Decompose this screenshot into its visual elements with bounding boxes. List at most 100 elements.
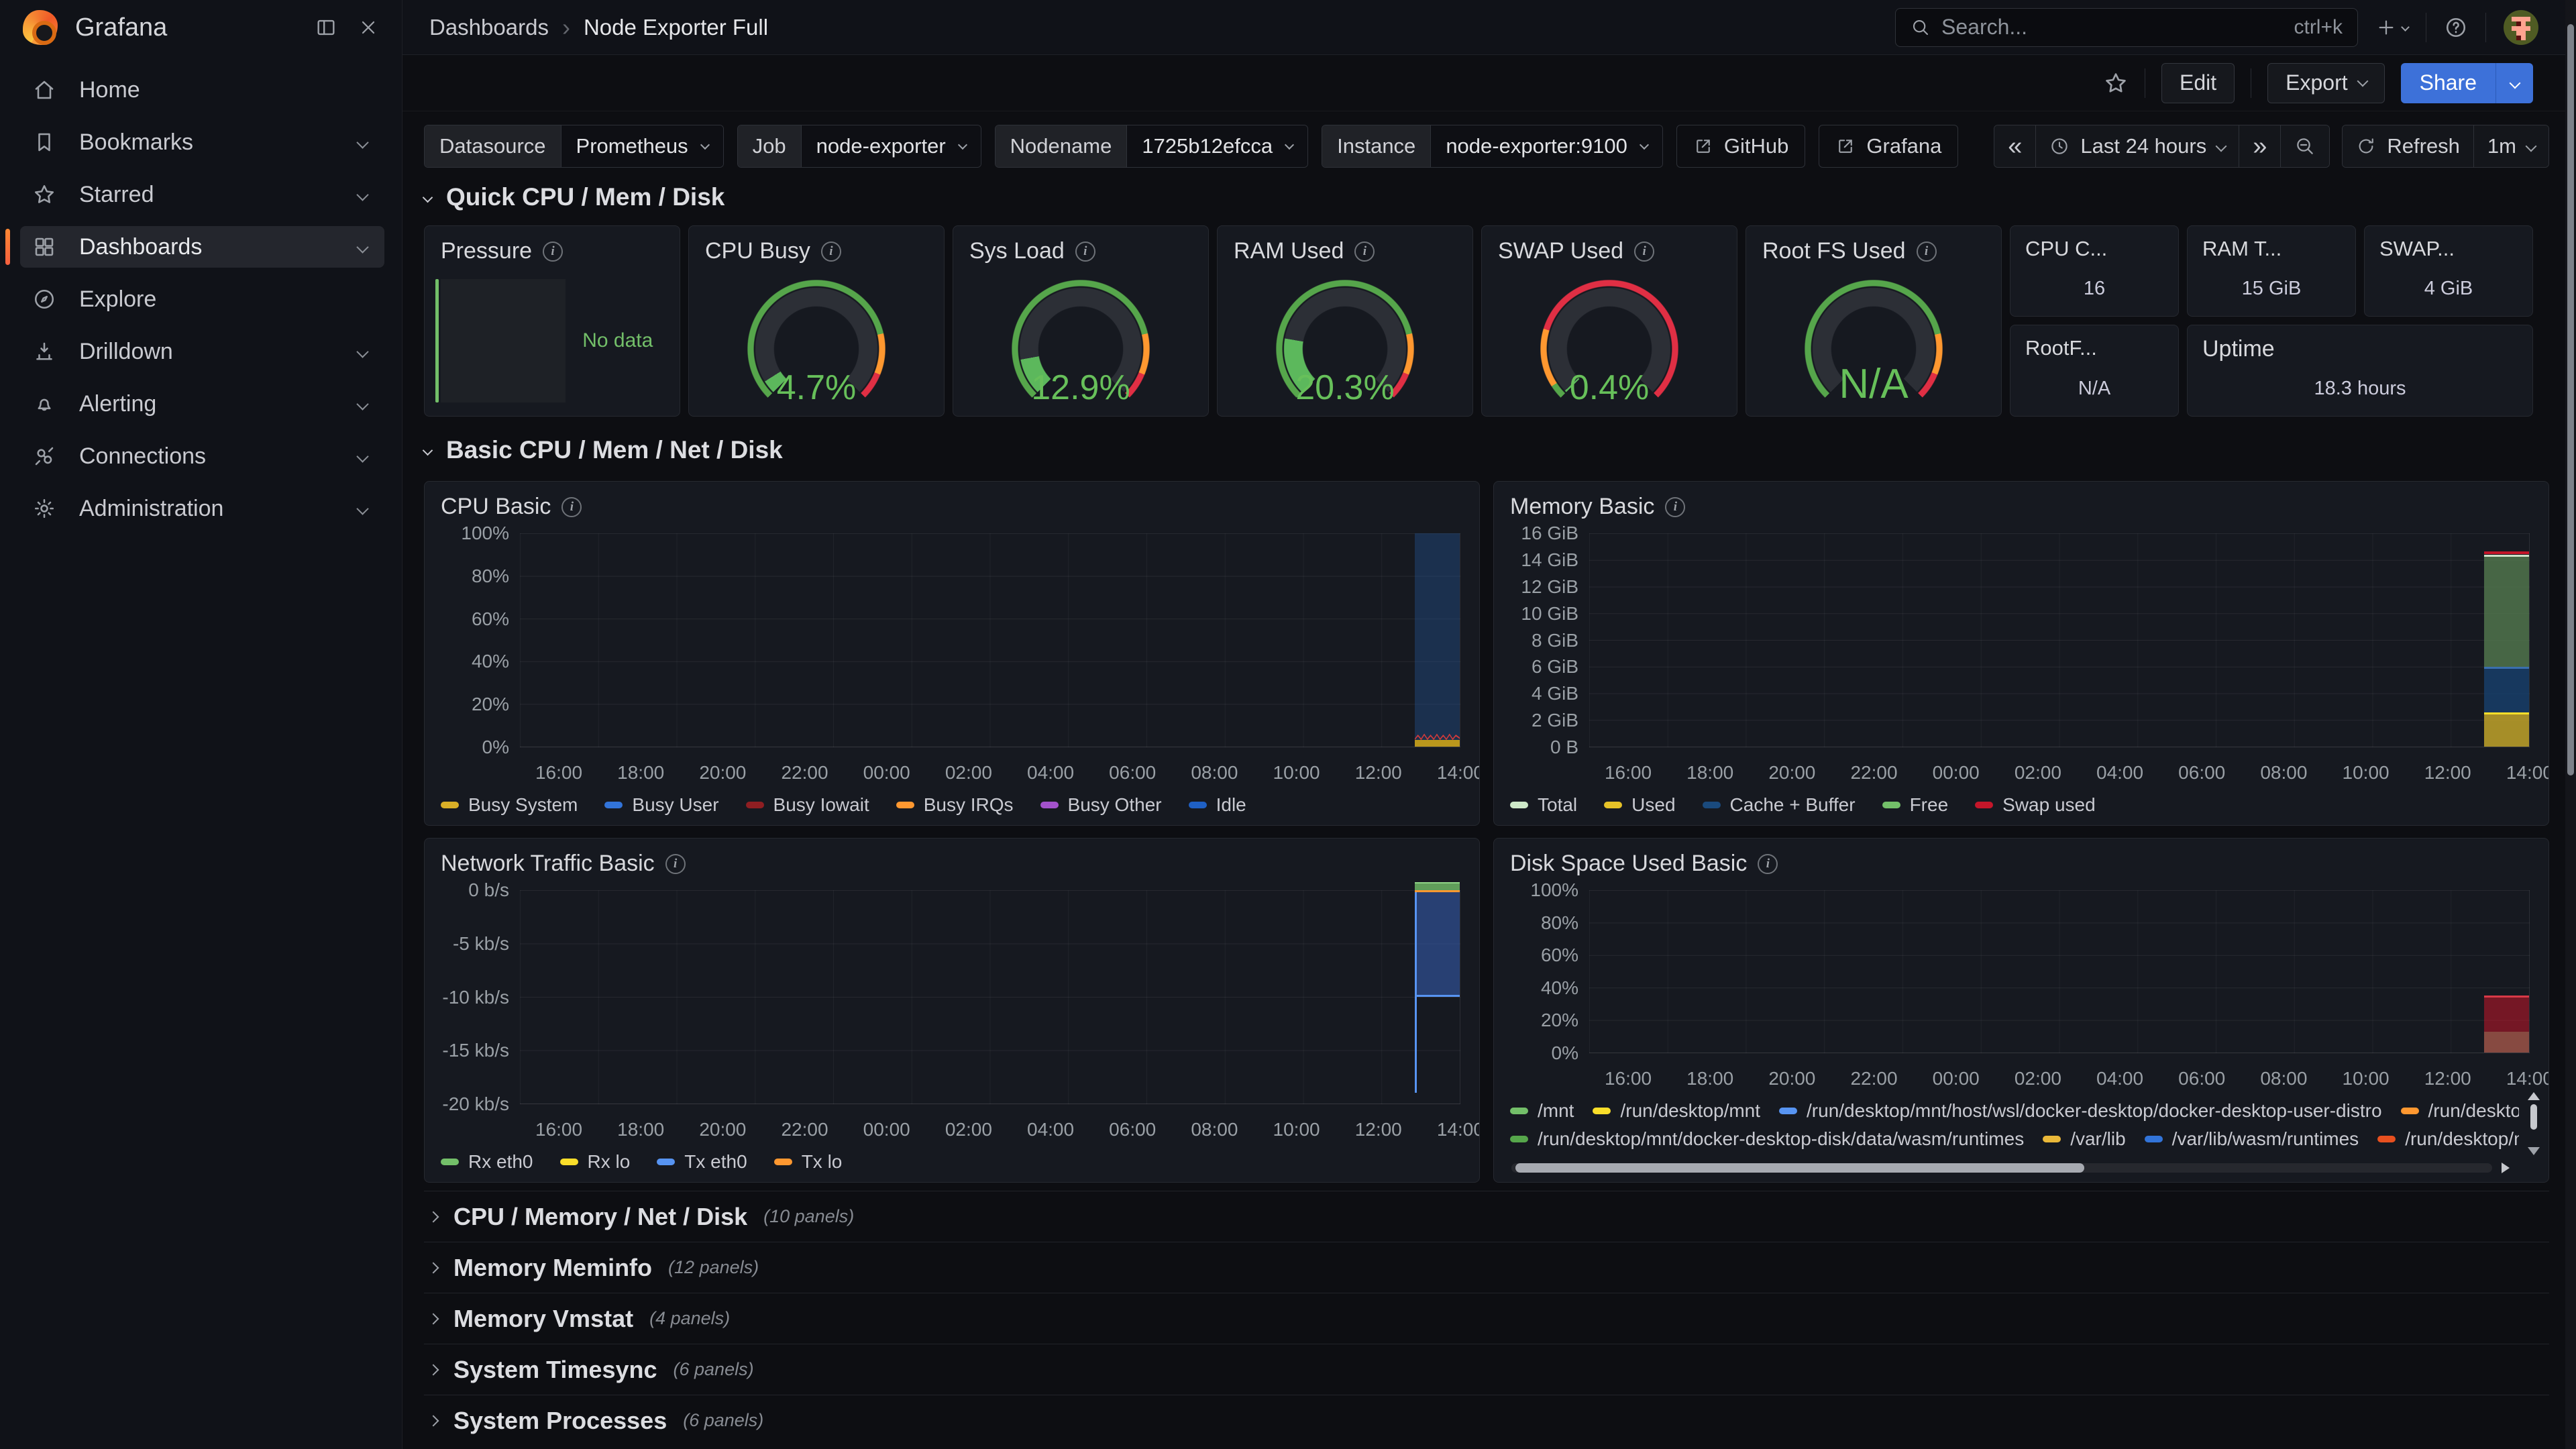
collapsed-section-row[interactable]: System Timesync (6 panels) bbox=[424, 1344, 2549, 1395]
sidebar-item[interactable]: Alerting bbox=[20, 383, 384, 425]
chevron-down-icon[interactable] bbox=[356, 189, 368, 201]
series-label: /run/desktop/mnt/docker-desktop-disk/dat… bbox=[1538, 1128, 2024, 1150]
scrollbar-thumb[interactable] bbox=[2567, 24, 2574, 775]
legend-item[interactable]: /var/lib bbox=[2043, 1128, 2125, 1150]
breadcrumb-parent[interactable]: Dashboards bbox=[429, 15, 549, 40]
variable-dropdown[interactable]: Nodename 1725b12efcca bbox=[995, 125, 1308, 168]
variable-label: Job bbox=[738, 125, 801, 167]
info-icon[interactable] bbox=[1354, 241, 1375, 262]
collapsed-section-row[interactable]: CPU / Memory / Net / Disk (10 panels) bbox=[424, 1191, 2549, 1242]
sidebar-item[interactable]: Drilldown bbox=[20, 331, 384, 372]
zoom-out-time-button[interactable] bbox=[2281, 125, 2329, 167]
chevron-down-icon[interactable] bbox=[356, 502, 368, 515]
legend-item[interactable]: Swap used bbox=[1975, 794, 2096, 816]
variable-dropdown[interactable]: Datasource Prometheus bbox=[424, 125, 724, 168]
sidebar-item[interactable]: Bookmarks bbox=[20, 121, 384, 163]
info-icon[interactable] bbox=[543, 241, 563, 262]
legend-item[interactable]: Busy Other bbox=[1040, 794, 1162, 816]
dock-sidebar-icon[interactable] bbox=[315, 16, 337, 39]
variable-dropdown[interactable]: Job node-exporter bbox=[737, 125, 981, 168]
legend-item[interactable]: Busy User bbox=[604, 794, 718, 816]
sidebar-item[interactable]: Explore bbox=[20, 278, 384, 320]
export-button[interactable]: Export bbox=[2267, 63, 2384, 103]
share-menu-button[interactable] bbox=[2496, 63, 2533, 103]
section-quick-header[interactable]: Quick CPU / Mem / Disk bbox=[424, 178, 2549, 216]
info-icon[interactable] bbox=[665, 854, 686, 874]
collapsed-section-row[interactable]: Memory Meminfo (12 panels) bbox=[424, 1242, 2549, 1293]
variable-dropdown[interactable]: Instance node-exporter:9100 bbox=[1322, 125, 1663, 168]
legend-item[interactable]: /mnt bbox=[1510, 1100, 1574, 1122]
chevron-down-icon[interactable] bbox=[356, 241, 368, 253]
dashboard-link-button[interactable]: Grafana bbox=[1819, 125, 1958, 168]
panel-title: Memory Basic bbox=[1510, 494, 1654, 520]
legend-item[interactable]: Used bbox=[1604, 794, 1675, 816]
legend-horizontal-scrollbar[interactable] bbox=[1511, 1163, 2492, 1173]
avatar[interactable] bbox=[2504, 10, 2538, 45]
sidebar-item[interactable]: Administration bbox=[20, 488, 384, 529]
legend-item[interactable]: Busy Iowait bbox=[746, 794, 869, 816]
chevron-down-icon[interactable] bbox=[356, 450, 368, 462]
collapsed-section-row[interactable]: System Processes (6 panels) bbox=[424, 1395, 2549, 1446]
help-button[interactable] bbox=[2444, 15, 2468, 40]
legend-vertical-scrollbar[interactable] bbox=[2528, 1092, 2539, 1155]
search-input[interactable] bbox=[1941, 15, 2283, 40]
legend-item[interactable]: Tx lo bbox=[774, 1151, 843, 1173]
info-icon[interactable] bbox=[561, 497, 582, 517]
refresh-interval-dropdown[interactable]: 1m bbox=[2474, 125, 2548, 167]
legend-item[interactable]: Free bbox=[1882, 794, 1949, 816]
search-box[interactable]: ctrl+k bbox=[1895, 8, 2358, 47]
legend-item[interactable]: /run/desktop/mnt/docker-desktop-disk/dat… bbox=[1510, 1128, 2024, 1150]
time-range-picker[interactable]: Last 24 hours bbox=[2036, 125, 2239, 167]
info-icon[interactable] bbox=[1758, 854, 1778, 874]
series-color-chip bbox=[2377, 1136, 2396, 1142]
refresh-button[interactable]: Refresh bbox=[2343, 125, 2474, 167]
legend-item[interactable]: /run/desktop/mnt/host/wsl/docker-desktop… bbox=[1779, 1100, 2382, 1122]
breadcrumb-separator: › bbox=[562, 13, 570, 42]
share-split-button[interactable]: Share bbox=[2401, 63, 2533, 103]
info-icon[interactable] bbox=[1665, 497, 1685, 517]
chevron-down-icon bbox=[700, 140, 710, 150]
close-sidebar-icon[interactable] bbox=[358, 17, 379, 38]
legend-item[interactable]: Cache + Buffer bbox=[1703, 794, 1856, 816]
section-basic-header[interactable]: Basic CPU / Mem / Net / Disk bbox=[424, 431, 2549, 469]
chevron-down-icon[interactable] bbox=[356, 345, 368, 358]
basic-charts-grid: CPU Basic 100%80%60%40%20%0% 16:0018:002… bbox=[424, 481, 2549, 1183]
chevron-down-icon[interactable] bbox=[356, 398, 368, 410]
series-color-chip bbox=[2401, 1108, 2419, 1114]
legend-item[interactable]: Busy IRQs bbox=[896, 794, 1014, 816]
star-outline-icon[interactable] bbox=[2103, 70, 2129, 96]
page-scrollbar[interactable] bbox=[2565, 0, 2576, 1449]
scroll-down-icon[interactable] bbox=[2528, 1147, 2540, 1155]
sidebar-item[interactable]: Home bbox=[20, 69, 384, 111]
sidebar-item[interactable]: Connections bbox=[20, 435, 384, 477]
dashboard-link-button[interactable]: GitHub bbox=[1676, 125, 1805, 168]
info-icon[interactable] bbox=[1917, 241, 1937, 262]
legend-item[interactable]: Busy System bbox=[441, 794, 578, 816]
collapsed-section-row[interactable]: Memory Vmstat (4 panels) bbox=[424, 1293, 2549, 1344]
legend-item[interactable]: /run/desktop/mnt bbox=[1593, 1100, 1760, 1122]
info-icon[interactable] bbox=[821, 241, 841, 262]
legend-item[interactable]: Rx eth0 bbox=[441, 1151, 533, 1173]
time-shift-back-button[interactable]: « bbox=[1994, 125, 2036, 167]
sidebar-item[interactable]: Dashboards bbox=[20, 226, 384, 268]
time-shift-forward-button[interactable]: » bbox=[2239, 125, 2281, 167]
share-button[interactable]: Share bbox=[2401, 63, 2496, 103]
edit-button[interactable]: Edit bbox=[2161, 63, 2235, 103]
panel-ram-total: RAM T... 15 GiB bbox=[2187, 225, 2356, 317]
legend-item[interactable]: /run/desktop/m bbox=[2401, 1100, 2519, 1122]
legend-item[interactable]: Idle bbox=[1189, 794, 1246, 816]
sidebar-item[interactable]: Starred bbox=[20, 174, 384, 215]
scroll-right-icon[interactable] bbox=[2502, 1163, 2510, 1173]
scroll-up-icon[interactable] bbox=[2528, 1092, 2540, 1100]
scrollbar-thumb[interactable] bbox=[1515, 1163, 2084, 1173]
legend-item[interactable]: Rx lo bbox=[560, 1151, 631, 1173]
info-icon[interactable] bbox=[1634, 241, 1654, 262]
chevron-down-icon[interactable] bbox=[356, 136, 368, 148]
legend-item[interactable]: Total bbox=[1510, 794, 1577, 816]
scrollbar-thumb[interactable] bbox=[2530, 1104, 2537, 1130]
legend-item[interactable]: /var/lib/wasm/runtimes bbox=[2145, 1128, 2359, 1150]
info-icon[interactable] bbox=[1075, 241, 1095, 262]
new-dashboard-button[interactable] bbox=[2375, 17, 2408, 38]
legend-item[interactable]: /run/desktop/mnt/h bbox=[2377, 1128, 2519, 1150]
legend-item[interactable]: Tx eth0 bbox=[657, 1151, 747, 1173]
